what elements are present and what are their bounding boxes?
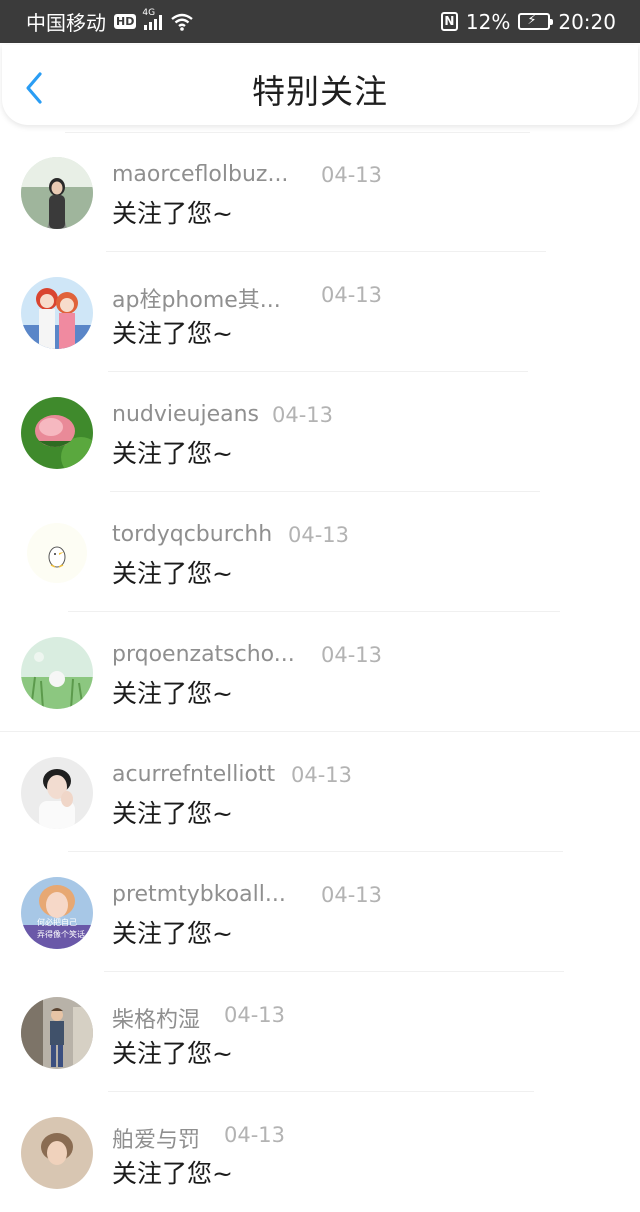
notification-message: 关注了您~ bbox=[112, 919, 233, 948]
list-item[interactable]: maorceflolbuz... 04-13 关注了您~ bbox=[0, 132, 640, 252]
hd-icon: HD bbox=[114, 14, 137, 29]
notification-date: 04-13 bbox=[288, 523, 350, 547]
cartoon-duck-avatar[interactable] bbox=[21, 517, 93, 589]
list-item[interactable]: 舶爱与罚 04-13 关注了您~ bbox=[0, 1092, 640, 1212]
user-name[interactable]: prqoenzatscho... bbox=[112, 642, 295, 667]
battery-charging-icon: ⚡ bbox=[518, 13, 554, 30]
user-name[interactable]: 舶爱与罚 bbox=[112, 1122, 200, 1154]
girl-on-road-avatar[interactable] bbox=[21, 157, 93, 229]
list-item[interactable]: 何必把自己 弄得像个笑话 pretmtybkoall... 04-13 关注了您… bbox=[0, 852, 640, 972]
notification-message: 关注了您~ bbox=[112, 799, 233, 828]
notification-date: 04-13 bbox=[321, 163, 383, 187]
list-item[interactable]: acurrefntelliott 04-13 关注了您~ bbox=[0, 732, 640, 852]
status-right: N 12% ⚡ 20:20 bbox=[440, 9, 616, 34]
notification-message: 关注了您~ bbox=[112, 679, 233, 708]
notification-message: 关注了您~ bbox=[112, 439, 233, 468]
user-name[interactable]: nudvieujeans bbox=[112, 402, 259, 427]
status-bar: 中国移动 HD 4G N 12% ⚡ 20:20 bbox=[0, 0, 640, 43]
notification-date: 04-13 bbox=[321, 643, 383, 667]
notification-message: 关注了您~ bbox=[112, 199, 233, 228]
list-item[interactable]: nudvieujeans 04-13 关注了您~ bbox=[0, 372, 640, 492]
app-header: 特别关注 bbox=[2, 45, 638, 125]
notification-date: 04-13 bbox=[272, 403, 334, 427]
dandelion-avatar[interactable] bbox=[21, 637, 93, 709]
carrier-label: 中国移动 bbox=[26, 11, 106, 35]
page-title: 特别关注 bbox=[252, 72, 388, 111]
anime-couple-avatar[interactable] bbox=[21, 277, 93, 349]
follow-list: maorceflolbuz... 04-13 关注了您~ ap栓phome其..… bbox=[0, 132, 640, 1212]
notification-date: 04-13 bbox=[224, 1003, 286, 1027]
user-name[interactable]: tordyqcburchh bbox=[112, 522, 272, 547]
battery-percent: 12% bbox=[465, 9, 511, 34]
notification-date: 04-13 bbox=[291, 763, 353, 787]
notification-date: 04-13 bbox=[321, 283, 383, 307]
pink-flower-avatar[interactable] bbox=[21, 397, 93, 469]
clock: 20:20 bbox=[558, 9, 616, 34]
network-type-label: 4G bbox=[142, 7, 156, 18]
avatar-caption-line-1: 何必把自己 bbox=[37, 917, 77, 927]
street-man-avatar[interactable] bbox=[21, 997, 93, 1069]
young-man-avatar[interactable] bbox=[21, 757, 93, 829]
notification-date: 04-13 bbox=[224, 1123, 286, 1147]
list-item[interactable]: prqoenzatscho... 04-13 关注了您~ bbox=[0, 612, 640, 732]
wifi-icon bbox=[171, 13, 194, 31]
user-name[interactable]: pretmtybkoall... bbox=[112, 882, 286, 907]
girl-photo-avatar[interactable]: 何必把自己 弄得像个笑话 bbox=[21, 877, 93, 949]
list-item[interactable]: ap栓phome其... 04-13 关注了您~ bbox=[0, 252, 640, 372]
user-name[interactable]: ap栓phome其... bbox=[112, 282, 281, 314]
user-name[interactable]: maorceflolbuz... bbox=[112, 162, 288, 187]
notification-date: 04-13 bbox=[321, 883, 383, 907]
nfc-icon: N bbox=[440, 12, 458, 31]
partial-avatar[interactable] bbox=[21, 1117, 93, 1189]
list-item[interactable]: tordyqcburchh 04-13 关注了您~ bbox=[0, 492, 640, 612]
notification-message: 关注了您~ bbox=[112, 559, 233, 588]
signal-icon: 4G bbox=[142, 8, 163, 30]
user-name[interactable]: acurrefntelliott bbox=[112, 762, 275, 787]
user-name[interactable]: 柴格杓湿 bbox=[112, 1002, 200, 1034]
list-item[interactable]: 柴格杓湿 04-13 关注了您~ bbox=[0, 972, 640, 1092]
notification-message: 关注了您~ bbox=[112, 319, 233, 348]
notification-message: 关注了您~ bbox=[112, 1159, 233, 1188]
status-left: 中国移动 HD 4G bbox=[26, 7, 194, 36]
avatar-caption-line-2: 弄得像个笑话 bbox=[37, 929, 85, 939]
notification-message: 关注了您~ bbox=[112, 1039, 233, 1068]
